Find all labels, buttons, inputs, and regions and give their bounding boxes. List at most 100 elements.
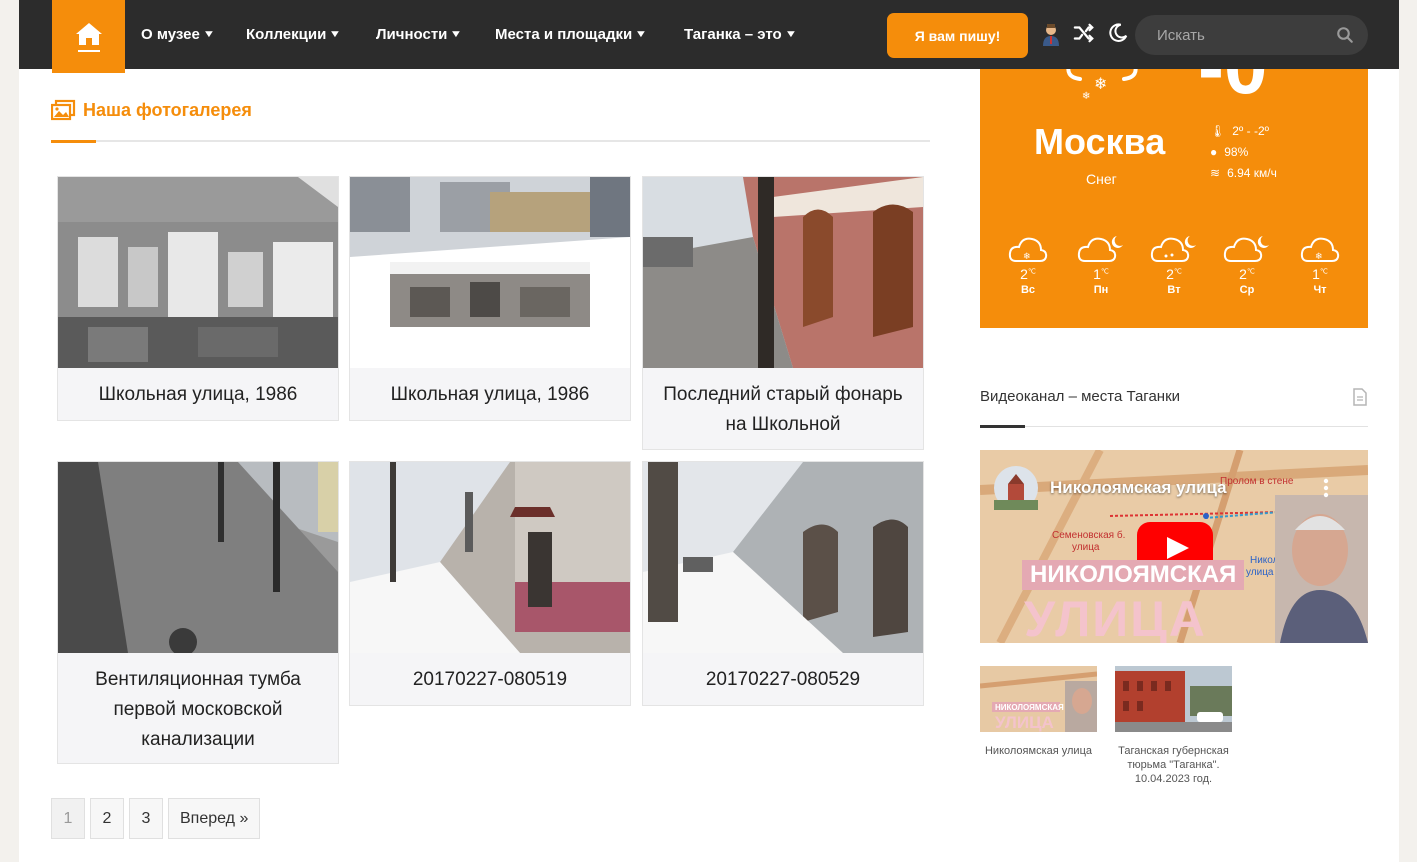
video-title[interactable]: Николоямская улица xyxy=(1050,478,1227,498)
forecast-temp-value: 2 xyxy=(1020,266,1028,282)
chevron-down-icon: ▼ xyxy=(202,29,216,40)
svg-text:❄: ❄ xyxy=(1023,251,1031,261)
page-1: 1 xyxy=(51,798,85,839)
gallery-caption[interactable]: Школьная улица, 1986 xyxy=(58,368,338,422)
gallery-card[interactable]: 20170227-080529 xyxy=(642,461,924,706)
menu-persons-label: Личности xyxy=(376,26,448,43)
forecast-temp: 2℃ xyxy=(1149,266,1199,282)
page-2[interactable]: 2 xyxy=(90,798,124,839)
video-thumbnail-caption[interactable]: Таганская губернская тюрьма "Таганка". 1… xyxy=(1115,744,1232,786)
dark-mode-moon-icon[interactable] xyxy=(1107,22,1131,46)
weather-city: Москва xyxy=(1034,121,1166,162)
menu-about[interactable]: О музее ▼ xyxy=(141,26,216,43)
video-overlay-line1: НИКОЛОЯМСКАЯ xyxy=(1022,560,1245,590)
weather-stats: 🌡 2º - -2º ● 98% ≋ 6.94 км/ч xyxy=(1210,121,1277,184)
search-box xyxy=(1135,15,1368,55)
forecast-temp-unit: ℃ xyxy=(1319,268,1328,276)
weather-condition: Снег xyxy=(1086,171,1117,187)
gallery-card[interactable]: Последний старый фонарь на Школьной xyxy=(642,176,924,450)
forecast-day: ❄ 1℃ Чт xyxy=(1295,235,1345,296)
menu-taganka[interactable]: Таганка – это ▼ xyxy=(684,26,798,43)
pagination: 1 2 3 Вперед » xyxy=(51,798,261,839)
forecast-temp: 2℃ xyxy=(1222,266,1272,282)
video-thumb-overlay1: НИКОЛОЯМСКАЯ xyxy=(995,703,1064,712)
forecast-day: 2℃ Вт xyxy=(1149,235,1199,296)
home-button[interactable] xyxy=(52,0,125,73)
page-3[interactable]: 3 xyxy=(129,798,163,839)
gallery-caption[interactable]: Последний старый фонарь на Школьной xyxy=(643,368,923,452)
document-icon xyxy=(1353,388,1367,406)
video-thumb-overlay2: УЛИЦА xyxy=(995,713,1054,732)
forecast-temp: 1℃ xyxy=(1076,266,1126,282)
chevron-down-icon: ▼ xyxy=(634,29,648,40)
video-map-label-5: улица xyxy=(1246,567,1274,578)
video-player[interactable]: Семеновская б. улица Пролом в стене Нико… xyxy=(980,450,1368,643)
gallery-card[interactable]: Школьная улица, 1986 xyxy=(349,176,631,421)
more-options-icon[interactable] xyxy=(1323,478,1329,498)
gallery-caption[interactable]: 20170227-080519 xyxy=(350,653,630,707)
gallery-card[interactable]: Вентиляционная тумба первой московской к… xyxy=(57,461,339,764)
menu-places-label: Места и площадки xyxy=(495,26,633,43)
menu-places[interactable]: Места и площадки ▼ xyxy=(495,26,648,43)
cloud-moon-icon xyxy=(1077,236,1123,262)
snow-cloud-icon: ❄ ❄ xyxy=(1066,69,1138,102)
gallery-caption[interactable]: Вентиляционная тумба первой московской к… xyxy=(58,653,338,767)
gallery-card[interactable]: 20170227-080519 xyxy=(349,461,631,706)
gallery-caption[interactable]: Школьная улица, 1986 xyxy=(350,368,630,422)
forecast-temp-unit: ℃ xyxy=(1100,268,1109,276)
forecast-temp-value: 1 xyxy=(1312,266,1320,282)
gallery-caption[interactable]: 20170227-080529 xyxy=(643,653,923,707)
write-to-us-button[interactable]: Я вам пишу! xyxy=(887,13,1028,58)
forecast-day-name: Вт xyxy=(1167,284,1181,296)
channel-avatar xyxy=(994,466,1038,510)
gallery-divider xyxy=(51,140,930,142)
forecast-temp-value: 2 xyxy=(1239,266,1247,282)
gallery-card[interactable]: Школьная улица, 1986 xyxy=(57,176,339,421)
menu-collections-label: Коллекции xyxy=(246,26,327,43)
gallery-photo[interactable] xyxy=(643,462,923,653)
video-thumbnail-caption[interactable]: Николоямская улица xyxy=(980,744,1097,758)
video-map-label-3: Пролом в стене xyxy=(1220,476,1294,487)
chevron-down-icon: ▼ xyxy=(784,29,798,40)
cloud-moon-icon xyxy=(1223,236,1269,262)
humidity-drop-icon: ● xyxy=(1210,145,1218,159)
search-input[interactable] xyxy=(1157,25,1327,45)
forecast-temp-unit: ℃ xyxy=(1027,268,1036,276)
weather-humidity: 98% xyxy=(1224,145,1249,159)
search-icon[interactable] xyxy=(1336,26,1354,44)
forecast-temp-value: 1 xyxy=(1093,266,1101,282)
forecast-day: ❄ 2℃ Вс xyxy=(1003,235,1053,296)
gallery-photo[interactable] xyxy=(58,462,338,653)
video-channel-divider-accent xyxy=(980,425,1025,428)
video-thumbnail[interactable] xyxy=(1115,666,1232,732)
menu-persons[interactable]: Личности ▼ xyxy=(376,26,463,43)
gallery-photo[interactable] xyxy=(350,462,630,653)
svg-text:❄: ❄ xyxy=(1315,251,1323,261)
menu-collections[interactable]: Коллекции ▼ xyxy=(246,26,342,43)
gallery-heading: Наша фотогалерея xyxy=(51,99,252,121)
chevron-down-icon: ▼ xyxy=(328,29,342,40)
forecast-day-name: Ср xyxy=(1239,284,1255,296)
home-underline xyxy=(77,50,100,52)
menu-about-label: О музее xyxy=(141,26,200,43)
gallery-photo[interactable] xyxy=(350,177,630,368)
home-icon xyxy=(75,23,102,45)
shuffle-icon[interactable] xyxy=(1073,22,1097,46)
thermometer-icon: 🌡 xyxy=(1210,124,1226,138)
svg-text:❄: ❄ xyxy=(1082,91,1090,102)
menu-taganka-label: Таганка – это xyxy=(684,26,782,43)
video-map-label-1: Семеновская б. xyxy=(1052,529,1125,541)
wind-icon: ≋ xyxy=(1210,166,1221,180)
next-page-button[interactable]: Вперед » xyxy=(168,798,261,839)
video-overlay-line2: УЛИЦА xyxy=(1024,591,1207,643)
gallery-title: Наша фотогалерея xyxy=(83,99,252,120)
gallery-photo[interactable] xyxy=(58,177,338,368)
video-map-label-2: улица xyxy=(1072,542,1100,553)
avatar-icon[interactable] xyxy=(1039,22,1063,46)
snow-cloud-icon: ❄ xyxy=(1008,237,1048,262)
gallery-photo[interactable] xyxy=(643,177,923,368)
forecast-day-name: Пн xyxy=(1093,284,1109,296)
video-thumbnail[interactable]: НИКОЛОЯМСКАЯ УЛИЦА xyxy=(980,666,1097,732)
forecast-day: 2℃ Ср xyxy=(1222,235,1272,296)
forecast-temp: 1℃ xyxy=(1295,266,1345,282)
